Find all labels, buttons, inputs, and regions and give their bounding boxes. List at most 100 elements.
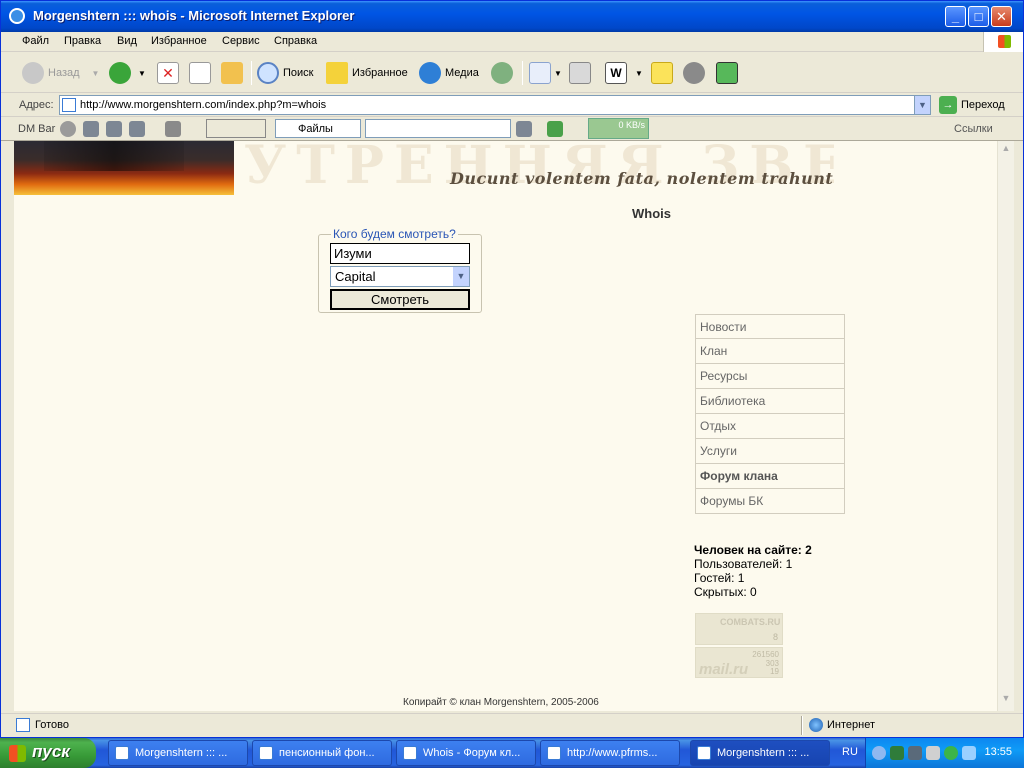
start-button[interactable]: пуск <box>0 738 96 768</box>
taskbar-item-active[interactable]: Morgenshtern ::: ... <box>690 740 830 766</box>
status-text: Готово <box>35 719 69 731</box>
word-icon: W <box>605 62 627 84</box>
chevron-down-icon[interactable]: ▼ <box>453 267 469 286</box>
dm-bar: DM Bar Файлы 0 KB/s Ссылки <box>1 117 1023 141</box>
tray-app-icon[interactable] <box>890 746 904 760</box>
messenger-icon <box>683 62 705 84</box>
menu-favorites[interactable]: Избранное <box>151 35 207 47</box>
dm-monitor-box[interactable] <box>206 119 266 138</box>
back-dropdown-icon[interactable]: ▼ <box>92 69 100 78</box>
dm-speed-meter: 0 KB/s <box>588 118 649 139</box>
nav-item-news[interactable]: Новости <box>695 314 845 339</box>
mailru-counter[interactable]: 261560 303 19 mail.ru <box>695 647 783 678</box>
menu-tools[interactable]: Сервис <box>222 35 260 47</box>
server-select[interactable]: Capital ▼ <box>330 266 470 287</box>
address-url[interactable]: http://www.morgenshtern.com/index.php?m=… <box>80 99 326 111</box>
menu-help[interactable]: Справка <box>274 35 317 47</box>
icq-button[interactable] <box>716 61 738 85</box>
tray-volume-icon[interactable] <box>926 746 940 760</box>
whois-form: Кого будем смотреть? Изуми Capital ▼ Смо… <box>318 227 482 313</box>
nav-item-library[interactable]: Библиотека <box>695 389 845 414</box>
mail-button[interactable]: ▼ <box>529 61 562 85</box>
nav-item-bk-forums[interactable]: Форумы БК <box>695 489 845 514</box>
taskbar-item-label: Morgenshtern ::: ... <box>717 747 810 759</box>
address-label: Адрес: <box>19 99 54 111</box>
language-indicator[interactable]: RU <box>842 746 858 758</box>
menu-file[interactable]: Файл <box>22 35 49 47</box>
close-button[interactable]: ✕ <box>991 6 1012 27</box>
address-dropdown-icon[interactable]: ▼ <box>914 96 930 114</box>
dm-files-select[interactable]: Файлы <box>275 119 361 138</box>
history-icon <box>491 62 513 84</box>
forward-button[interactable]: ▼ <box>109 61 146 85</box>
menu-edit[interactable]: Правка <box>64 35 101 47</box>
character-name-input[interactable]: Изуми <box>330 243 470 264</box>
vertical-scrollbar[interactable]: ▲ ▼ <box>997 141 1014 711</box>
dm-add-icon[interactable] <box>83 121 99 137</box>
security-zone: Интернет <box>827 719 875 731</box>
edit-word-button[interactable]: W ▼ <box>605 61 643 85</box>
nav-item-resources[interactable]: Ресурсы <box>695 364 845 389</box>
stop-button[interactable]: ✕ <box>157 61 179 85</box>
clan-motto: Ducunt volentem fata, nolentem trahunt <box>450 169 834 188</box>
whois-legend: Кого будем смотреть? <box>331 227 458 241</box>
page-title: Whois <box>632 206 671 221</box>
maximize-button[interactable]: □ <box>968 6 989 27</box>
dm-download-icon[interactable] <box>547 121 563 137</box>
tray-expand-icon[interactable] <box>872 746 886 760</box>
nav-item-clan-forum[interactable]: Форум клана <box>695 464 845 489</box>
nav-item-clan[interactable]: Клан <box>695 339 845 364</box>
taskbar: пуск Morgenshtern ::: ... пенсионный фон… <box>0 738 1024 768</box>
taskbar-item[interactable]: Whois - Форум кл... <box>396 740 536 766</box>
media-button[interactable]: Медиа <box>419 61 479 85</box>
ie-page-icon <box>547 746 561 760</box>
scroll-down-icon[interactable]: ▼ <box>1000 693 1012 707</box>
star-icon <box>326 62 348 84</box>
menu-view[interactable]: Вид <box>117 35 137 47</box>
address-input[interactable]: http://www.morgenshtern.com/index.php?m=… <box>59 95 931 115</box>
dm-search-icon[interactable] <box>516 121 532 137</box>
nav-item-leisure[interactable]: Отдых <box>695 414 845 439</box>
dm-home-icon[interactable] <box>129 121 145 137</box>
search-icon <box>257 62 279 84</box>
search-button[interactable]: Поиск <box>257 61 313 85</box>
page-content: УТРЕННЯЯ ЗВЕЗДА Ducunt volentem fata, no… <box>14 141 997 711</box>
view-button[interactable]: Смотреть <box>330 289 470 310</box>
back-button[interactable]: Назад ▼ <box>22 61 99 85</box>
forward-dropdown-icon[interactable]: ▼ <box>138 69 146 78</box>
dm-settings-icon[interactable] <box>60 121 76 137</box>
print-button[interactable] <box>569 61 591 85</box>
nav-item-services[interactable]: Услуги <box>695 439 845 464</box>
combats-counter[interactable]: COMBATS.RU 8 <box>695 613 783 645</box>
scroll-up-icon[interactable]: ▲ <box>1000 143 1012 157</box>
taskbar-item[interactable]: Morgenshtern ::: ... <box>108 740 248 766</box>
dm-schedule-icon[interactable] <box>165 121 181 137</box>
combats-counter-title: COMBATS.RU <box>720 617 781 627</box>
tray-icq-icon[interactable] <box>944 746 958 760</box>
tray-download-icon[interactable] <box>962 746 976 760</box>
favorites-button[interactable]: Избранное <box>326 61 408 85</box>
notes-button[interactable] <box>651 61 673 85</box>
taskbar-item[interactable]: http://www.pfrms... <box>540 740 680 766</box>
address-bar: Адрес: http://www.morgenshtern.com/index… <box>1 93 1023 117</box>
links-button[interactable]: Ссылки <box>954 123 993 135</box>
minimize-button[interactable]: _ <box>945 6 966 27</box>
go-button[interactable]: → Переход <box>939 96 1005 114</box>
ie-page-icon <box>259 746 273 760</box>
messenger-button[interactable] <box>683 61 709 85</box>
dm-window-icon[interactable] <box>106 121 122 137</box>
tray-network-icon[interactable] <box>908 746 922 760</box>
status-separator <box>801 716 803 735</box>
toolbar-separator <box>251 61 252 85</box>
home-icon <box>221 62 243 84</box>
title-bar[interactable]: Morgenshtern ::: whois - Microsoft Inter… <box>1 1 1023 32</box>
dm-url-combo[interactable] <box>365 119 511 138</box>
forward-arrow-icon <box>109 62 131 84</box>
taskbar-item[interactable]: пенсионный фон... <box>252 740 392 766</box>
home-button[interactable] <box>221 61 243 85</box>
mailru-counter-line3: 19 <box>770 667 779 676</box>
mail-dropdown-icon[interactable]: ▼ <box>554 69 562 78</box>
refresh-button[interactable] <box>189 61 211 85</box>
edit-dropdown-icon[interactable]: ▼ <box>635 69 643 78</box>
history-button[interactable] <box>491 61 517 85</box>
